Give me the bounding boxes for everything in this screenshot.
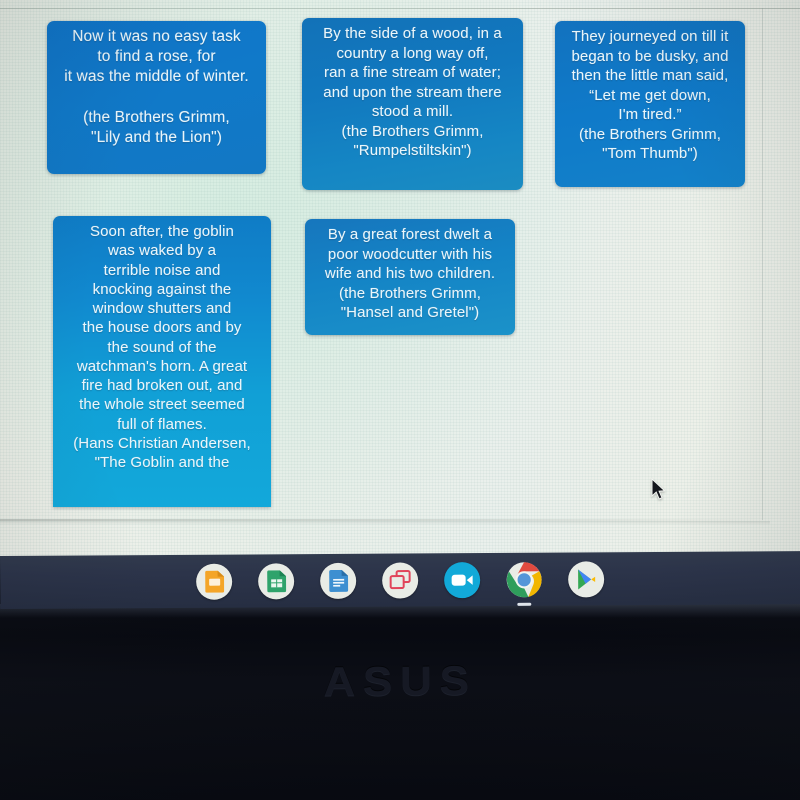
shelf-item-google-docs[interactable]: [317, 559, 359, 601]
mouse-cursor-icon: [651, 478, 666, 500]
chrome-glyph: [506, 561, 542, 597]
quote-card-rumpelstiltskin[interactable]: By the side of a wood, in a country a lo…: [302, 18, 523, 190]
google-slides-icon[interactable]: [196, 563, 233, 600]
zoom-camera-glyph: [451, 574, 473, 586]
google-slides-glyph: [204, 570, 224, 593]
shelf-item-google-chrome[interactable]: [503, 558, 545, 606]
asus-brand-logo: ASUS: [323, 657, 477, 705]
jamboard-icon[interactable]: [382, 561, 419, 599]
google-docs-glyph: [328, 569, 348, 592]
chrome-icon[interactable]: [506, 561, 542, 597]
zoom-camera-icon[interactable]: [444, 561, 481, 598]
shelf-item-zoom[interactable]: [441, 559, 483, 601]
quote-card-tom-thumb[interactable]: They journeyed on till it began to be du…: [555, 21, 745, 187]
quote-card-lily-and-the-lion[interactable]: Now it was no easy task to find a rose, …: [47, 21, 266, 174]
window-right-edge: [762, 8, 763, 520]
chromeos-shelf: [0, 551, 800, 609]
laptop-screen: Now it was no easy task to find a rose, …: [0, 0, 800, 558]
document-bottom-shadow: [0, 521, 770, 525]
google-sheets-glyph: [266, 569, 286, 592]
quote-card-the-goblin-and-the-huckster[interactable]: Soon after, the goblin was waked by a te…: [53, 216, 271, 507]
play-store-glyph: [578, 568, 596, 589]
shelf-item-play-store[interactable]: [565, 558, 607, 600]
jamboard-glyph: [389, 570, 411, 590]
window-top-edge: [0, 8, 800, 9]
shelf-item-jamboard[interactable]: [379, 559, 421, 601]
shelf-item-google-sheets[interactable]: [255, 560, 297, 602]
play-store-icon[interactable]: [568, 560, 605, 598]
shelf-item-google-slides[interactable]: [193, 560, 235, 602]
chrome-active-indicator: [517, 602, 532, 606]
google-sheets-icon[interactable]: [258, 562, 295, 599]
google-docs-icon[interactable]: [320, 562, 357, 599]
quote-card-hansel-and-gretel[interactable]: By a great forest dwelt a poor woodcutte…: [305, 219, 515, 335]
